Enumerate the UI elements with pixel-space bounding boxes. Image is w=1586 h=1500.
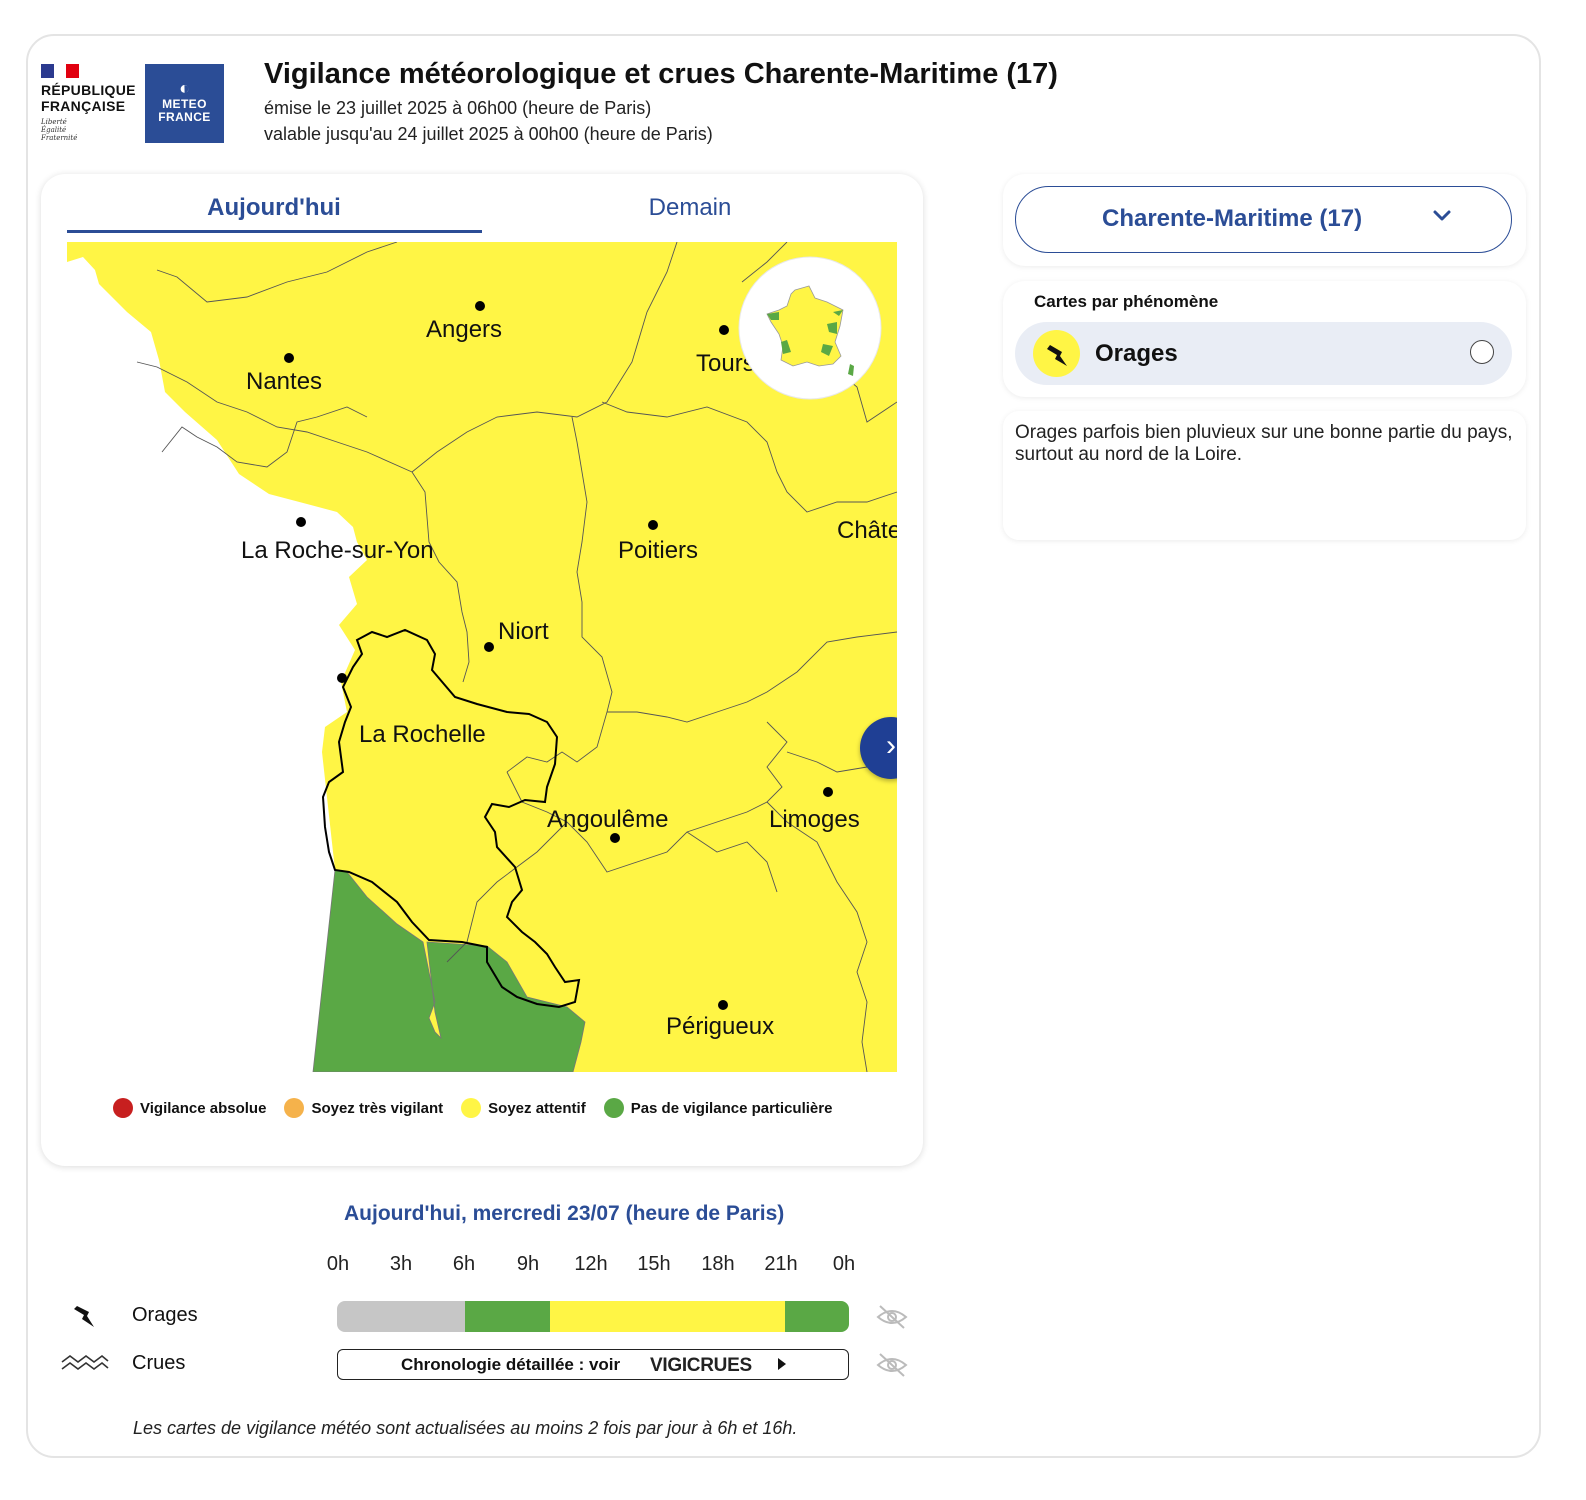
timeline-row-label-orages: Orages xyxy=(132,1304,198,1326)
city-dot-tours xyxy=(719,325,729,335)
timeline-segment-no-data xyxy=(337,1301,465,1332)
hour-label: 18h xyxy=(701,1253,735,1275)
map-legend: Vigilance absolue Soyez très vigilant So… xyxy=(113,1098,850,1118)
timeline-segment-green xyxy=(465,1301,551,1332)
timeline-day-title: Aujourd'hui, mercredi 23/07 (heure de Pa… xyxy=(344,1202,785,1225)
tab-tomorrow[interactable]: Demain xyxy=(483,194,897,222)
city-label-limoges: Limoges xyxy=(769,806,860,833)
department-select-card: Charente-Maritime (17) xyxy=(1003,174,1526,266)
hour-label: 0h xyxy=(832,1253,856,1275)
issued-date: émise le 23 juillet 2025 à 06h00 (heure … xyxy=(264,98,652,118)
play-arrow-icon xyxy=(778,1358,786,1370)
page-title: Vigilance météorologique et crues Charen… xyxy=(264,58,1058,90)
legend-item: Pas de vigilance particulière xyxy=(603,1098,833,1118)
hour-label: 15h xyxy=(637,1253,671,1275)
map-card: Aujourd'hui Demain Angers Nantes Tours L… xyxy=(41,174,923,1166)
chevron-down-icon xyxy=(1431,205,1453,232)
hour-label: 0h xyxy=(326,1253,350,1275)
vigicrues-link-text: Chronologie détaillée : voir xyxy=(401,1355,621,1374)
logo-text-line: FRANÇAISE xyxy=(41,98,126,114)
department-select[interactable]: Charente-Maritime (17) xyxy=(1015,186,1512,253)
eye-hidden-icon[interactable] xyxy=(875,1350,909,1385)
city-dot-limoges xyxy=(823,787,833,797)
legend-label: Pas de vigilance particulière xyxy=(630,1099,833,1117)
city-label-chateauroux: Châteauroux xyxy=(837,517,897,544)
weather-description: Orages parfois bien pluvieux sur une bon… xyxy=(1015,422,1513,465)
legend-label: Vigilance absolue xyxy=(140,1099,267,1117)
legend-item: Vigilance absolue xyxy=(113,1098,266,1118)
city-label-nantes: Nantes xyxy=(246,368,322,395)
french-flag-icon xyxy=(41,64,80,78)
city-dot-nantes xyxy=(284,353,294,363)
legend-yellow-dot xyxy=(461,1098,482,1118)
phenomenon-radio[interactable] xyxy=(1470,340,1494,364)
city-dot-perigueux xyxy=(718,1000,728,1010)
update-footnote: Les cartes de vigilance météo sont actua… xyxy=(133,1418,798,1438)
timeline-segment-green xyxy=(784,1301,849,1332)
hour-label: 6h xyxy=(452,1253,476,1275)
phenomena-card: Cartes par phénomène Orages xyxy=(1003,281,1526,397)
city-dot-angers xyxy=(475,301,485,311)
tab-today[interactable]: Aujourd'hui xyxy=(67,194,481,222)
vigicrues-logo: VIGICRUES xyxy=(650,1355,752,1376)
legend-orange-dot xyxy=(284,1098,305,1118)
description-card: Orages parfois bien pluvieux sur une bon… xyxy=(1003,411,1526,540)
hour-label: 12h xyxy=(574,1253,608,1275)
motto-line: Liberté xyxy=(41,118,67,126)
hour-label: 9h xyxy=(516,1253,540,1275)
timeline-segment-yellow xyxy=(550,1301,785,1332)
city-label-poitiers: Poitiers xyxy=(618,537,698,564)
legend-label: Soyez attentif xyxy=(488,1099,586,1117)
meteo-france-emblem-icon: ◐ xyxy=(179,78,190,98)
city-dot-poitiers xyxy=(648,520,658,530)
eye-hidden-icon[interactable] xyxy=(875,1302,909,1337)
legend-red-dot xyxy=(113,1098,133,1118)
city-label-angouleme: Angoulême xyxy=(547,806,668,833)
logo-text-line: RÉPUBLIQUE xyxy=(41,82,136,98)
city-dot-niort xyxy=(484,642,494,652)
phenomenon-label: Orages xyxy=(1095,340,1178,367)
vigilance-map[interactable]: Angers Nantes Tours La Roche-sur-Yon Poi… xyxy=(67,242,897,1072)
active-tab-indicator xyxy=(67,230,482,233)
hour-label: 3h xyxy=(389,1253,413,1275)
city-label-angers: Angers xyxy=(426,316,502,343)
meteo-france-logo: ◐ METEO FRANCE xyxy=(145,64,224,143)
waves-icon xyxy=(60,1352,110,1381)
legend-item: Soyez attentif xyxy=(461,1098,586,1118)
city-dot-la-rochelle xyxy=(337,673,347,683)
republique-francaise-logo: RÉPUBLIQUE FRANÇAISE Liberté Égalité Fra… xyxy=(41,64,136,142)
hour-label: 21h xyxy=(764,1253,798,1275)
lightning-icon xyxy=(70,1302,100,1337)
city-label-perigueux: Périgueux xyxy=(666,1013,774,1040)
legend-item: Soyez très vigilant xyxy=(284,1098,443,1118)
city-label-la-roche-sur-yon: La Roche-sur-Yon xyxy=(241,537,434,564)
orages-timeline-bar xyxy=(337,1301,849,1332)
logo-text-line: FRANCE xyxy=(158,110,211,124)
valid-until-date: valable jusqu'au 24 juillet 2025 à 00h00… xyxy=(264,124,713,144)
department-select-label: Charente-Maritime (17) xyxy=(1102,205,1363,232)
phenomenon-orages-option[interactable]: Orages xyxy=(1015,322,1512,385)
phenomena-title: Cartes par phénomène xyxy=(1034,292,1219,311)
city-label-la-rochelle: La Rochelle xyxy=(359,721,486,748)
city-dot-la-roche-sur-yon xyxy=(296,517,306,527)
motto-line: Égalité xyxy=(41,126,67,134)
city-dot-angouleme xyxy=(610,833,620,843)
timeline-row-label-crues: Crues xyxy=(132,1352,186,1374)
motto-line: Fraternité xyxy=(41,134,78,142)
city-label-niort: Niort xyxy=(498,618,549,645)
vigicrues-link-button[interactable]: Chronologie détaillée : voir VIGICRUES xyxy=(337,1349,849,1380)
france-overview-inset xyxy=(738,256,882,400)
legend-green-dot xyxy=(603,1098,624,1118)
lightning-icon xyxy=(1033,330,1080,377)
legend-label: Soyez très vigilant xyxy=(311,1099,444,1117)
